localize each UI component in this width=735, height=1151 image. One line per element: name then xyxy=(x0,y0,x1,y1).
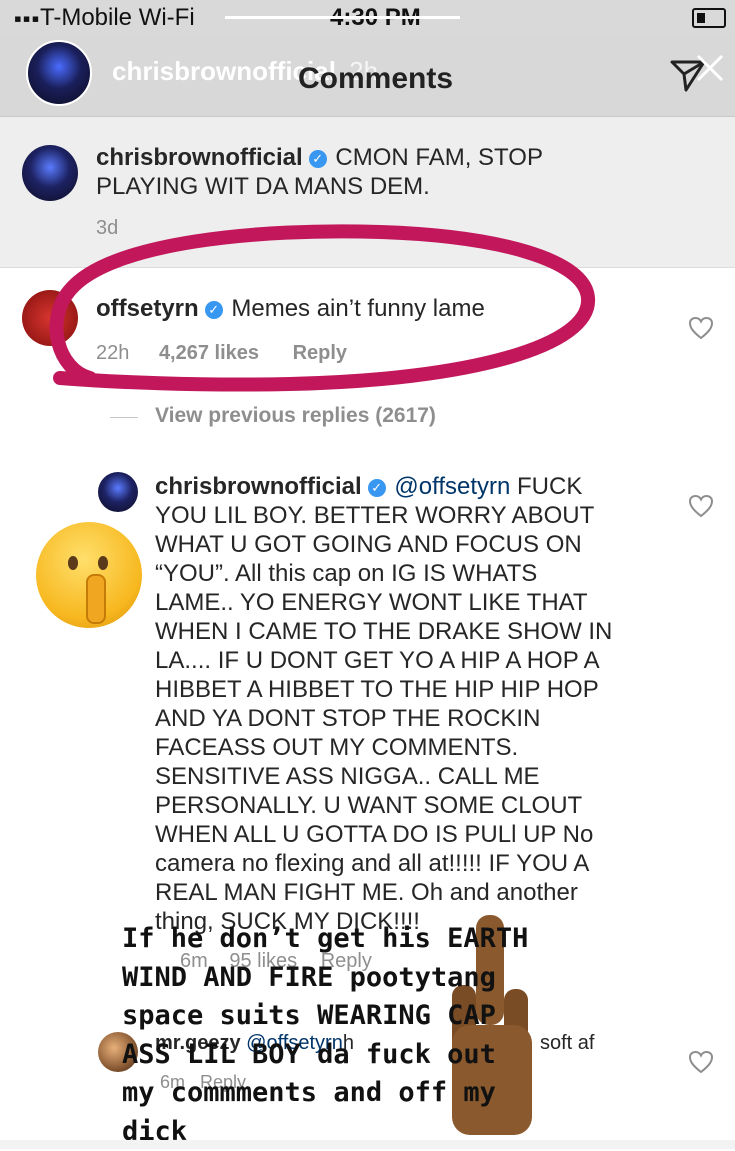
finger xyxy=(86,574,106,624)
carrier-label: T-Mobile Wi-Fi xyxy=(40,4,195,31)
caption-line-2: PLAYING WIT DA MANS DEM. xyxy=(96,173,430,200)
reply-line: WHAT U GOT GOING AND FOCUS ON xyxy=(155,531,582,558)
mention-link[interactable]: @offsetyrn xyxy=(394,473,510,500)
eye-right xyxy=(98,556,108,570)
view-previous-replies-button[interactable]: View previous replies (2617) xyxy=(155,404,436,428)
status-bar: ▪▪▪ T-Mobile Wi-Fi 4:30 PM xyxy=(0,0,735,34)
eye-left xyxy=(68,556,78,570)
replies-divider xyxy=(110,417,138,418)
reply-line: REAL MAN FIGHT ME. Oh and another xyxy=(155,879,578,906)
reply-first-line-rest: FUCK xyxy=(517,473,583,500)
reply-line: camera no flexing and all at!!!!! IF YOU… xyxy=(155,850,590,877)
comments-title: Comments xyxy=(298,62,454,95)
bottom-bar xyxy=(0,1140,735,1149)
heart-icon[interactable] xyxy=(688,316,714,340)
close-icon[interactable] xyxy=(690,48,730,88)
avatar[interactable] xyxy=(98,472,138,512)
heart-icon[interactable] xyxy=(688,494,714,518)
reply-line: WHEN I CAME TO THE DRAKE SHOW IN xyxy=(155,618,613,645)
caption-username[interactable]: chrisbrownofficial xyxy=(96,144,303,171)
story-header: chrisbrownofficial 2h Comments xyxy=(0,34,735,117)
reply-line: FACEASS OUT MY COMMENTS. xyxy=(155,734,519,761)
story-avatar[interactable] xyxy=(26,40,92,106)
story-progress-bar xyxy=(225,16,460,19)
battery-icon xyxy=(692,8,726,28)
reply-line: “YOU”. All this cap on IG IS WHATS xyxy=(155,560,538,587)
reply-line: YOU LIL BOY. BETTER WORRY ABOUT xyxy=(155,502,595,529)
caption-text: chrisbrownofficial ✓ CMON FAM, STOP PLAYI… xyxy=(96,143,656,201)
reply-line: HIBBET A HIBBET TO THE HIP HIP HOP xyxy=(155,676,599,703)
reply-first-line: chrisbrownofficial ✓ @offsetyrn FUCK xyxy=(155,472,675,501)
reply-line: WHEN ALL U GOTTA DO IS PULl UP No xyxy=(155,821,594,848)
reply-line: AND YA DONT STOP THE ROCKIN xyxy=(155,705,541,732)
reply-line: LA.... IF U DONT GET YO A HIP A HOP A xyxy=(155,647,600,674)
verified-icon: ✓ xyxy=(367,479,386,497)
reply-line: SENSITIVE ASS NIGGA.. CALL ME xyxy=(155,763,540,790)
avatar[interactable] xyxy=(22,145,78,201)
reply-username[interactable]: chrisbrownofficial xyxy=(155,473,362,500)
reply-text: chrisbrownofficial ✓ @offsetyrn FUCK YOU … xyxy=(155,472,675,936)
reply-line: PERSONALLY. U WANT SOME CLOUT xyxy=(155,792,583,819)
reply-line: LAME.. YO ENERGY WONT LIKE THAT xyxy=(155,589,588,616)
signal-icon: ▪▪▪ xyxy=(14,6,41,31)
shushing-face-emoji-icon xyxy=(36,522,142,628)
caption-line-1: CMON FAM, STOP xyxy=(335,144,543,171)
heart-icon[interactable] xyxy=(688,1050,714,1074)
verified-icon: ✓ xyxy=(308,150,327,168)
highlight-circle xyxy=(49,224,596,392)
story-caption-overlay: If he don’t get his EARTH WIND AND FIRE … xyxy=(122,923,529,1147)
battery-level xyxy=(697,13,705,23)
